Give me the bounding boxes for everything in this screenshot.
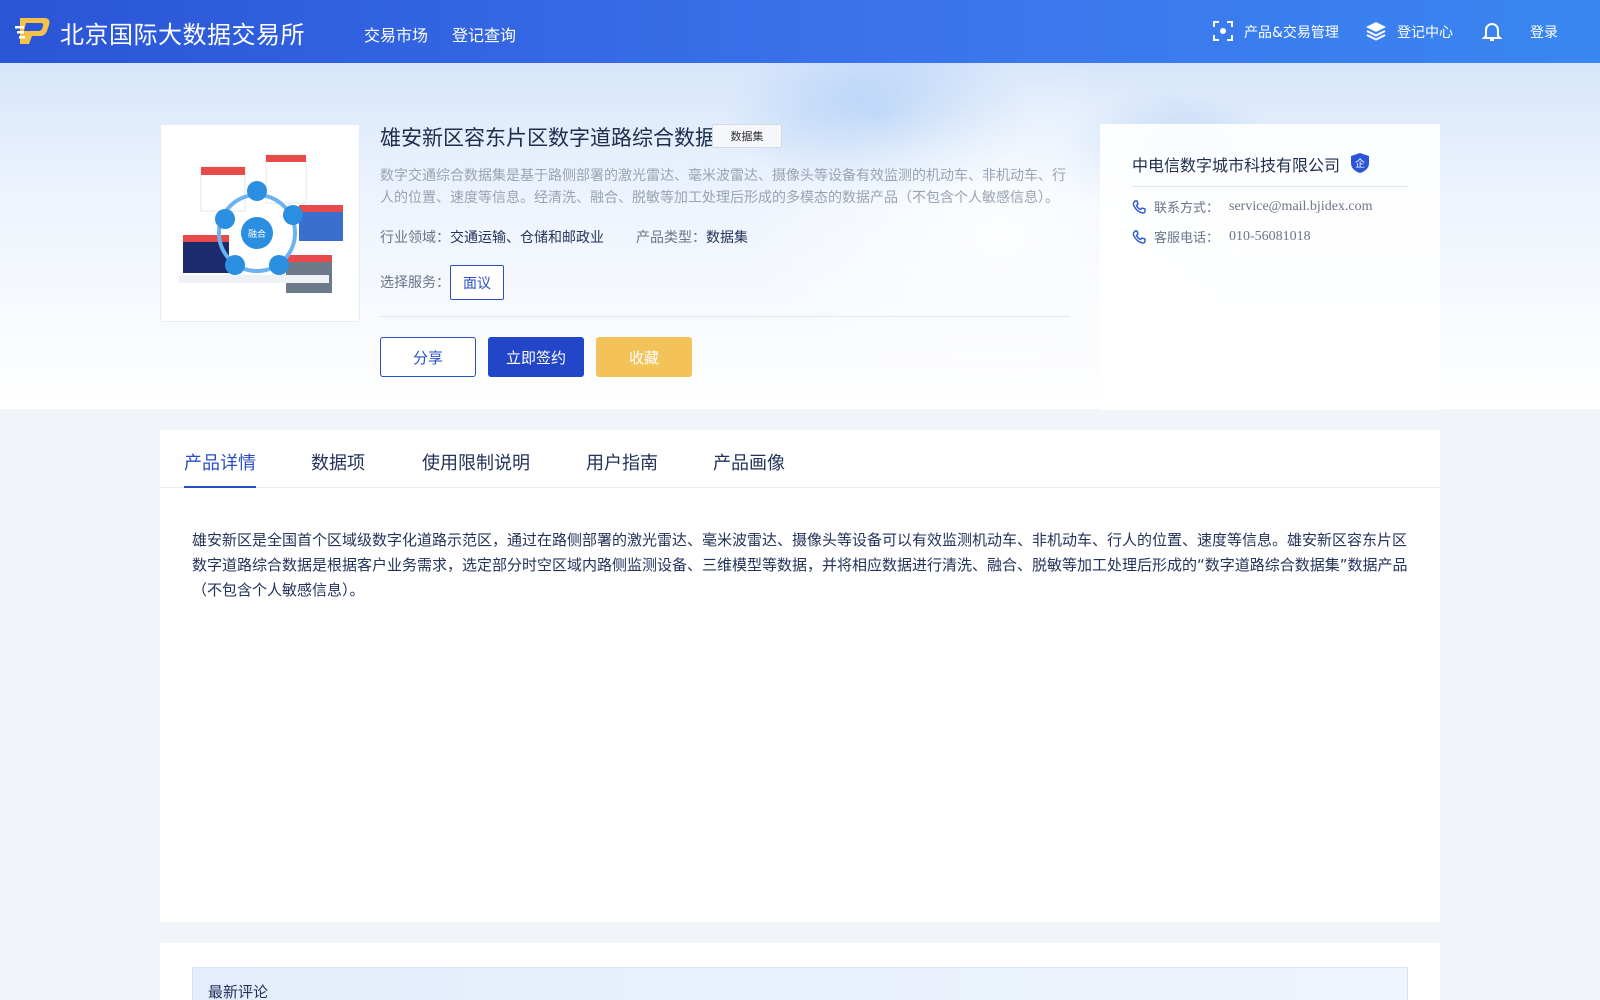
comments-title: 最新评论 (208, 983, 269, 1000)
nav-trade-market[interactable]: 交易市场 (364, 22, 428, 46)
scan-focus-icon[interactable] (1211, 19, 1235, 43)
tab-divider (160, 487, 1440, 488)
fusion-diagram-image: 融合 (179, 154, 343, 293)
login-link[interactable]: 登录 (1530, 22, 1558, 42)
company-name[interactable]: 中电信数字城市科技有限公司 (1132, 152, 1340, 176)
bell-icon[interactable] (1480, 19, 1504, 43)
comments-panel: 最新评论 (160, 943, 1440, 1000)
product-type-label: 产品类型： (636, 230, 706, 246)
tab-product-details[interactable]: 产品详情 (184, 449, 256, 475)
active-tab-indicator (184, 486, 256, 488)
provider-card: 中电信数字城市科技有限公司 企 联系方式： service@mail.bjide… (1100, 124, 1440, 410)
customer-phone[interactable]: 010-56081018 (1229, 229, 1311, 245)
contact-email-row: 联系方式： service@mail.bjidex.com (1132, 197, 1373, 216)
product-detail-text: 雄安新区是全国首个区域级数字化道路示范区，通过在路侧部署的激光雷达、毫米波雷达、… (192, 531, 1408, 599)
divider (380, 316, 1070, 317)
industry-label: 行业领域： (380, 230, 450, 246)
contact-label: 联系方式： (1154, 201, 1220, 216)
product-thumbnail: 融合 (160, 124, 360, 322)
phone-icon (1132, 229, 1146, 244)
tab-data-items[interactable]: 数据项 (311, 449, 365, 475)
product-title: 雄安新区容东片区数字道路综合数据 (380, 126, 716, 150)
enterprise-verified-icon: 企 (1351, 153, 1369, 173)
nav-product-trade-management[interactable]: 产品&交易管理 (1244, 22, 1339, 42)
nav-register-center[interactable]: 登记中心 (1397, 22, 1453, 42)
industry-field: 行业领域：交通运输、仓储和邮政业 (380, 227, 604, 247)
product-type-field: 产品类型：数据集 (636, 227, 748, 247)
phone-icon (1132, 199, 1146, 214)
product-detail-panel: 产品详情 数据项 使用限制说明 用户指南 产品画像 雄安新区是全国首个区域级数字… (160, 430, 1440, 922)
company-divider (1132, 186, 1408, 187)
service-option-negotiable[interactable]: 面议 (450, 265, 504, 300)
fusion-label: 融合 (248, 228, 266, 240)
sign-now-button[interactable]: 立即签约 (488, 337, 584, 377)
product-description: 数字交通综合数据集是基于路侧部署的激光雷达、毫米波雷达、摄像头等设备有效监测的机… (380, 168, 1066, 206)
favorite-button[interactable]: 收藏 (596, 337, 692, 377)
industry-value: 交通运输、仓储和邮政业 (450, 230, 604, 246)
share-button[interactable]: 分享 (380, 337, 476, 377)
phone-label: 客服电话： (1154, 231, 1220, 246)
tab-usage-restrictions[interactable]: 使用限制说明 (422, 449, 530, 475)
comments-header (192, 967, 1408, 1000)
enterprise-badge-text: 企 (1355, 157, 1365, 170)
bidex-logo-icon[interactable] (14, 14, 52, 48)
layers-icon[interactable] (1364, 19, 1388, 43)
tab-product-portrait[interactable]: 产品画像 (713, 449, 785, 475)
service-label: 选择服务： (380, 275, 450, 291)
product-type-tag: 数据集 (712, 124, 782, 148)
site-title[interactable]: 北京国际大数据交易所 (60, 15, 305, 50)
product-type-value: 数据集 (706, 230, 748, 246)
top-nav-bar: 北京国际大数据交易所 交易市场 登记查询 产品&交易管理 登记中心 登录 (0, 0, 1600, 63)
nav-registration-query[interactable]: 登记查询 (452, 22, 516, 46)
customer-phone-row: 客服电话： 010-56081018 (1132, 227, 1311, 246)
contact-email[interactable]: service@mail.bjidex.com (1229, 199, 1373, 215)
tab-user-guide[interactable]: 用户指南 (586, 449, 658, 475)
